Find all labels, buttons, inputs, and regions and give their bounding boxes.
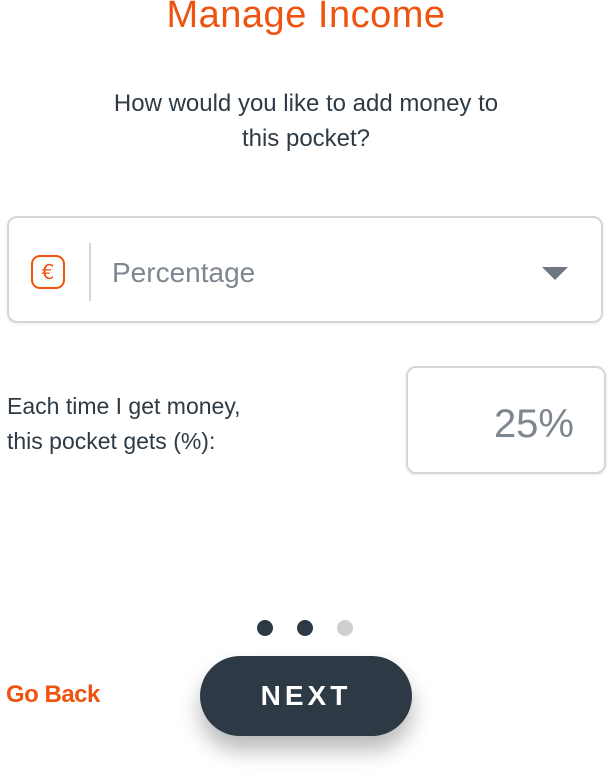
percentage-input[interactable]: 25% — [406, 366, 606, 474]
allocation-label: Each time I get money, this pocket gets … — [7, 389, 241, 459]
question-text: How would you like to add money to this … — [80, 86, 532, 156]
pagination-dot — [257, 620, 273, 636]
euro-icon: € — [31, 255, 65, 289]
go-back-link[interactable]: Go Back — [6, 681, 100, 709]
select-value: Percentage — [112, 257, 256, 288]
allocation-label-line-2: this pocket gets (%): — [7, 428, 216, 454]
pagination-dot — [297, 620, 313, 636]
percentage-value[interactable]: 25% — [494, 402, 574, 446]
question-line-2: this pocket? — [241, 125, 371, 152]
question-line-1: How would you like to add money to — [113, 90, 499, 117]
pagination-dot — [337, 620, 353, 636]
select-divider — [89, 243, 91, 301]
allocation-label-line-1: Each time I get money, — [7, 393, 241, 419]
page-title: Manage Income — [166, 0, 446, 36]
income-method-select[interactable]: € Percentage — [7, 216, 603, 323]
chevron-down-icon[interactable] — [542, 267, 568, 280]
next-button[interactable]: NEXT — [200, 656, 412, 736]
